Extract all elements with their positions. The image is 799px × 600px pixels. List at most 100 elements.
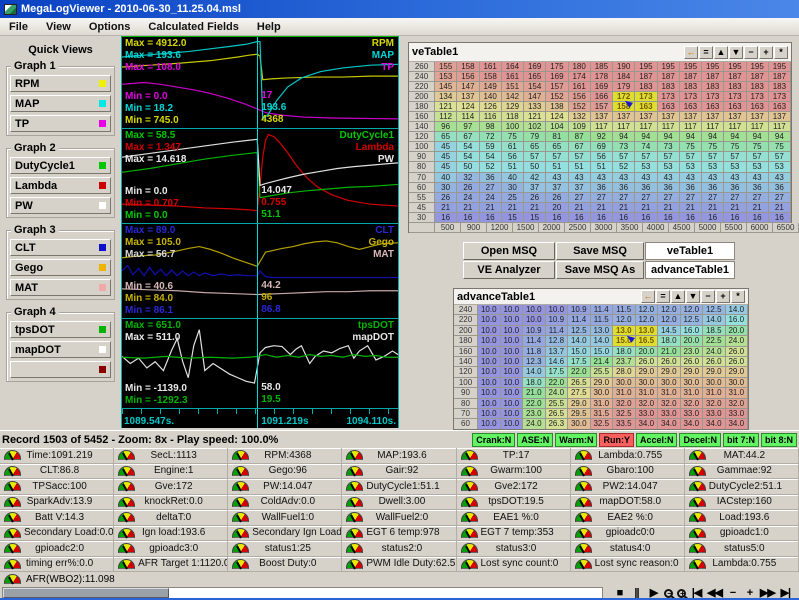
- ve-cell[interactable]: 27: [702, 192, 725, 203]
- ve-cell[interactable]: 36: [635, 182, 658, 193]
- advance-cell[interactable]: 10.0: [500, 346, 523, 357]
- ve-cell[interactable]: 161: [501, 72, 524, 83]
- ve-cell[interactable]: 137: [657, 112, 680, 123]
- ve-cell[interactable]: 21: [724, 202, 747, 213]
- ve-cell[interactable]: 178: [590, 72, 613, 83]
- advance-cell[interactable]: 10.0: [500, 377, 523, 389]
- ve-cell[interactable]: 142: [501, 92, 524, 103]
- ve-cell[interactable]: 53: [679, 162, 702, 173]
- series-toggle-clt[interactable]: CLT: [10, 239, 111, 256]
- ve-cell[interactable]: 37: [568, 182, 591, 193]
- advance-cell[interactable]: 10.0: [500, 388, 523, 399]
- advance-cell[interactable]: 26.0: [725, 356, 748, 368]
- ve-cell[interactable]: 57: [524, 152, 547, 163]
- ve-cell[interactable]: 56: [501, 152, 524, 163]
- ve-cell[interactable]: 163: [702, 102, 725, 113]
- skip-start-button[interactable]: |◀: [690, 587, 703, 599]
- ve-cell[interactable]: 140: [479, 92, 502, 103]
- ve-cell[interactable]: 21: [679, 202, 702, 213]
- ve-cell[interactable]: 16: [702, 212, 725, 223]
- advance-cell[interactable]: 17.5: [568, 356, 591, 368]
- ve-cell[interactable]: 147: [457, 82, 480, 93]
- ve-cell[interactable]: 75: [768, 142, 791, 153]
- ve-cell[interactable]: 30: [435, 182, 458, 193]
- ve-cell[interactable]: 79: [524, 132, 547, 143]
- ve-cell[interactable]: 27: [746, 192, 769, 203]
- advance-cell[interactable]: 14.0: [523, 367, 546, 378]
- advance-cell[interactable]: 30.0: [703, 377, 726, 389]
- advance-cell[interactable]: 31.0: [703, 388, 726, 399]
- ve-cell[interactable]: 16: [768, 212, 791, 223]
- ve-cell[interactable]: 152: [546, 92, 569, 103]
- advance-cell[interactable]: 14.0: [725, 305, 748, 316]
- advance-cell[interactable]: 22.0: [523, 398, 546, 409]
- series-toggle-lambda[interactable]: Lambda: [10, 177, 111, 194]
- ve-cell[interactable]: 183: [724, 82, 747, 93]
- advance-cell[interactable]: 23.0: [523, 408, 546, 420]
- advance-cell[interactable]: 14.0: [590, 336, 613, 347]
- ve-cell[interactable]: 40: [501, 172, 524, 183]
- ve-cell[interactable]: 169: [546, 72, 569, 83]
- ve-cell[interactable]: 67: [457, 132, 480, 143]
- ve-cell[interactable]: 163: [679, 102, 702, 113]
- advance-cell[interactable]: 20.0: [725, 325, 748, 337]
- ve-cell[interactable]: 54: [457, 142, 480, 153]
- advance-cell[interactable]: 24.0: [523, 419, 546, 429]
- ve-cell[interactable]: 51: [568, 162, 591, 173]
- ve-cell[interactable]: 117: [657, 122, 680, 133]
- ve-cell[interactable]: 27: [657, 192, 680, 203]
- ve-cell[interactable]: 183: [768, 82, 791, 93]
- ve-cell[interactable]: 61: [501, 142, 524, 153]
- advance-cell[interactable]: 10.0: [523, 305, 546, 316]
- ve-cell[interactable]: 27: [590, 192, 613, 203]
- ve-cell[interactable]: 37: [546, 182, 569, 193]
- ve-cell[interactable]: 137: [635, 112, 658, 123]
- ve-cell[interactable]: 117: [768, 122, 791, 133]
- ve-cell[interactable]: 36: [590, 182, 613, 193]
- advance-cell[interactable]: 31.0: [658, 388, 681, 399]
- advance-cell[interactable]: 30.0: [725, 377, 748, 389]
- ve-cell[interactable]: 16: [479, 212, 502, 223]
- ve-cell[interactable]: 75: [724, 142, 747, 153]
- ve-cell[interactable]: 166: [590, 92, 613, 103]
- advance-cell[interactable]: 10.0: [478, 398, 501, 409]
- series-toggle-tpsdot[interactable]: tpsDOT: [10, 321, 111, 338]
- advance-cell[interactable]: 33.0: [725, 408, 748, 420]
- ve-cell[interactable]: 109: [568, 122, 591, 133]
- ve-cell[interactable]: 184: [613, 72, 636, 83]
- ve-cell[interactable]: 94: [702, 132, 725, 143]
- ve-cell[interactable]: 124: [546, 112, 569, 123]
- ve-cell[interactable]: 183: [746, 82, 769, 93]
- ve-cell[interactable]: 173: [679, 92, 702, 103]
- ve-cell[interactable]: 65: [524, 142, 547, 153]
- advance-cell[interactable]: 16.0: [680, 325, 703, 337]
- ve-cell[interactable]: 36: [746, 182, 769, 193]
- ve-cell[interactable]: 157: [546, 82, 569, 93]
- advance-cell[interactable]: 10.0: [478, 377, 501, 389]
- graph-panel[interactable]: Max = 4912.0 Max = 193.6 Max = 108.0 Min = …: [121, 36, 399, 428]
- advance-cell[interactable]: 34.0: [658, 419, 681, 429]
- ve-cell[interactable]: 27: [679, 192, 702, 203]
- ve-cell[interactable]: 27: [613, 192, 636, 203]
- ve-cell[interactable]: 75: [702, 142, 725, 153]
- ve-cell[interactable]: 118: [501, 112, 524, 123]
- ve-cell[interactable]: 26: [524, 192, 547, 203]
- advance-cell[interactable]: 21.4: [590, 356, 613, 368]
- ve-cell[interactable]: 94: [724, 132, 747, 143]
- advance-cell[interactable]: 20.0: [635, 346, 658, 357]
- advance-cell[interactable]: 10.0: [523, 315, 546, 326]
- decrease-icon[interactable]: ▼: [729, 45, 743, 59]
- advance-cell[interactable]: 26.3: [545, 419, 568, 429]
- ve-cell[interactable]: 137: [768, 112, 791, 123]
- zoom-decrease-button[interactable]: −: [726, 587, 739, 599]
- ve-cell[interactable]: 16: [635, 212, 658, 223]
- decrease-icon[interactable]: ▼: [686, 290, 700, 303]
- advance-cell[interactable]: 26.0: [725, 346, 748, 357]
- advance-cell[interactable]: 32.5: [590, 419, 613, 429]
- advance-cell[interactable]: 29.0: [725, 367, 748, 378]
- ve-cell[interactable]: 114: [457, 112, 480, 123]
- ve-cell[interactable]: 25: [501, 192, 524, 203]
- ve-cell[interactable]: 137: [724, 112, 747, 123]
- ve-cell[interactable]: 20: [546, 202, 569, 213]
- advance-cell[interactable]: 20.0: [680, 336, 703, 347]
